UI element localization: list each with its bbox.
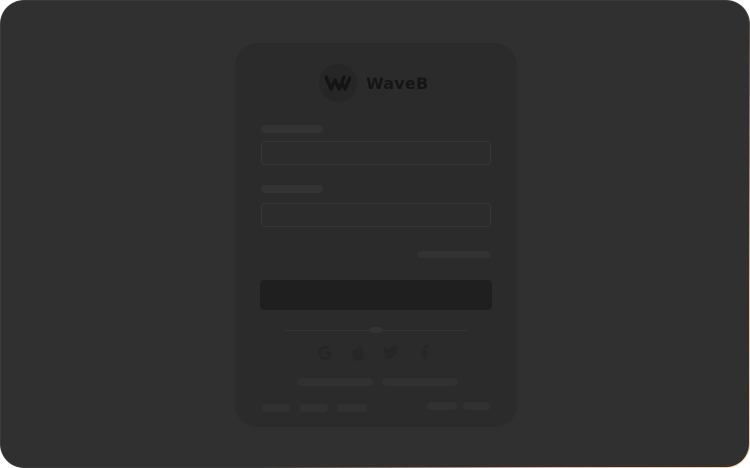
social-login-row xyxy=(313,341,445,365)
footer-link-placeholder[interactable] xyxy=(299,404,328,412)
sign-in-button[interactable] xyxy=(260,280,492,310)
footer-link-placeholder[interactable] xyxy=(463,402,491,410)
facebook-icon[interactable] xyxy=(412,341,436,365)
password-field[interactable] xyxy=(261,203,491,227)
secondary-link-placeholder[interactable] xyxy=(382,378,458,386)
twitter-icon[interactable] xyxy=(379,341,403,365)
secondary-link-placeholder[interactable] xyxy=(297,378,373,386)
divider-label-placeholder xyxy=(370,327,382,333)
footer-link-placeholder[interactable] xyxy=(337,404,367,412)
google-icon[interactable] xyxy=(313,341,337,365)
app-screen: WaveB xyxy=(1,1,749,467)
apple-icon[interactable] xyxy=(346,341,370,365)
device-frame: WaveB xyxy=(0,0,750,468)
email-field[interactable] xyxy=(261,141,491,165)
email-label-placeholder xyxy=(261,125,323,133)
wave-logo-icon xyxy=(319,64,357,102)
login-card: WaveB xyxy=(235,43,517,427)
footer-link-placeholder[interactable] xyxy=(261,404,290,412)
brand-name: WaveB xyxy=(366,73,429,93)
forgot-password-link[interactable] xyxy=(417,251,491,258)
brand-header: WaveB xyxy=(319,64,428,102)
password-label-placeholder xyxy=(261,185,323,193)
footer-link-placeholder[interactable] xyxy=(427,402,457,410)
